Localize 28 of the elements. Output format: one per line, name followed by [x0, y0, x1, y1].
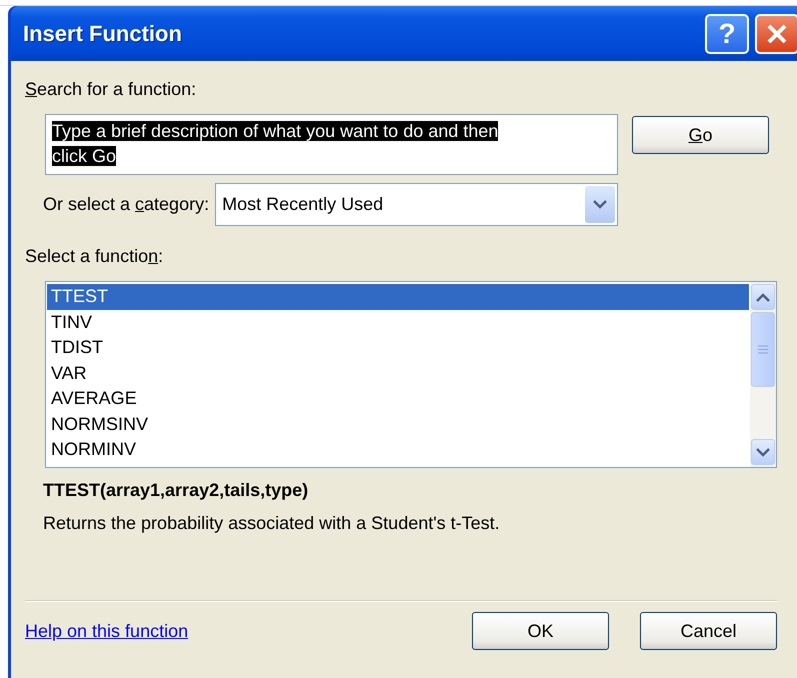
category-dropdown[interactable]: Most Recently Used: [215, 183, 618, 226]
function-item[interactable]: TINV: [47, 310, 749, 335]
chevron-down-icon: [756, 448, 770, 456]
category-label: Or select a category:: [43, 194, 210, 215]
function-item[interactable]: TDIST: [47, 335, 749, 360]
function-item[interactable]: TTEST: [47, 284, 749, 310]
cancel-button[interactable]: Cancel: [640, 612, 777, 650]
function-item[interactable]: AVERAGE: [47, 386, 749, 412]
function-signature: TTEST(array1,array2,tails,type): [43, 480, 310, 501]
close-icon: [766, 22, 788, 44]
scroll-up-button[interactable]: [751, 284, 775, 310]
help-link[interactable]: Help on this function: [25, 620, 472, 642]
function-list-label: Select a function:: [25, 246, 164, 267]
function-item[interactable]: NORMINV: [47, 437, 749, 462]
search-label: Search for a function:: [25, 79, 198, 100]
function-description: Returns the probability associated with a Student's t-Test.: [43, 513, 501, 534]
window-title: Insert Function: [23, 20, 183, 46]
grip-icon: [758, 345, 768, 354]
go-button[interactable]: Go: [632, 116, 769, 154]
function-item[interactable]: VAR: [47, 360, 749, 386]
close-button[interactable]: [755, 14, 797, 54]
ok-button[interactable]: OK: [472, 612, 609, 650]
chevron-down-icon: [593, 200, 607, 209]
search-field[interactable]: Type a brief description of what you want to do and then click Go: [45, 114, 618, 175]
function-item[interactable]: NORMSINV: [47, 412, 749, 437]
scroll-thumb[interactable]: [751, 312, 775, 387]
chevron-up-icon: [756, 292, 770, 302]
scroll-down-button[interactable]: [751, 439, 775, 465]
